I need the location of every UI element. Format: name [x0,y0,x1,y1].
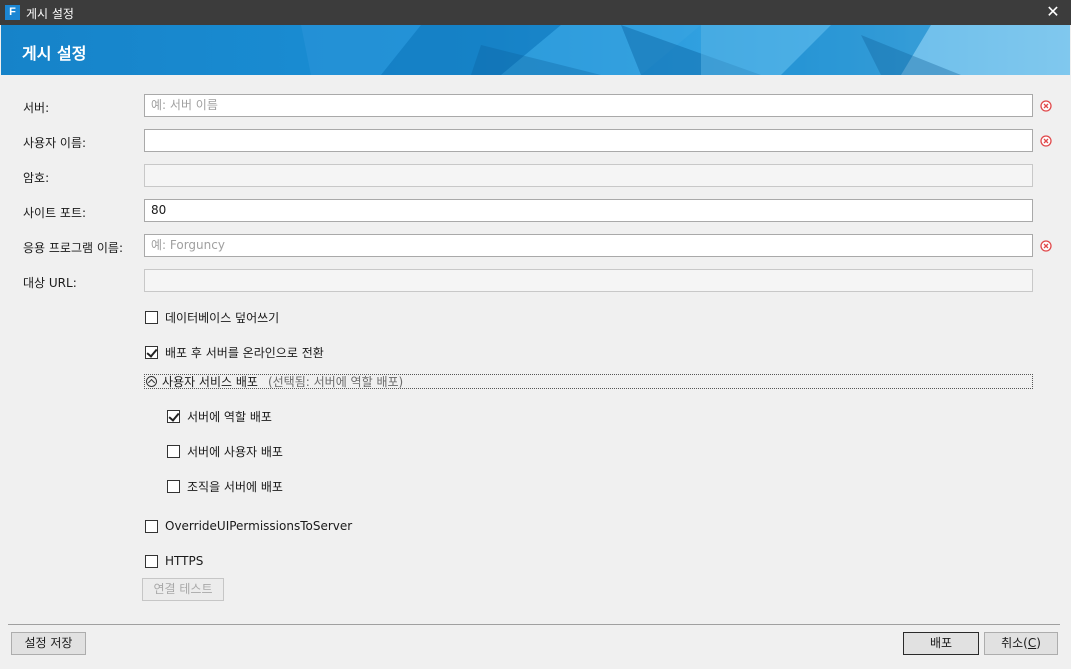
online-after-deploy-checkbox[interactable]: 배포 후 서버를 온라인으로 전환 [145,344,324,361]
checkbox-box[interactable] [145,311,158,324]
server-placeholder: 예: 서버 이름 [151,98,218,112]
override-ui-permissions-checkbox[interactable]: OverrideUIPermissionsToServer [145,519,352,533]
deploy-users-checkbox[interactable]: 서버에 사용자 배포 [167,443,283,460]
deploy-organization-checkbox[interactable]: 조직을 서버에 배포 [167,478,283,495]
title-bar: F 게시 설정 ✕ [0,0,1071,25]
window-title: 게시 설정 [26,7,74,21]
checkbox-label: OverrideUIPermissionsToServer [165,519,353,533]
target-url-input [144,269,1033,292]
cancel-text: 취소( [1001,636,1028,650]
checkbox-label: HTTPS [165,554,204,568]
target-url-label: 대상 URL: [23,276,77,290]
footer-divider [8,624,1060,625]
error-icon [1040,100,1052,112]
test-connection-button[interactable]: 연결 테스트 [142,578,224,601]
checkbox-box[interactable] [145,519,158,533]
username-input[interactable] [144,129,1033,152]
https-checkbox[interactable]: HTTPS [145,554,203,568]
server-input[interactable]: 예: 서버 이름 [144,94,1033,117]
password-label: 암호: [23,171,50,185]
checkbox-label: 서버에 역할 배포 [187,410,272,424]
checkbox-label: 배포 후 서버를 온라인으로 전환 [165,346,324,360]
cancel-button[interactable]: 취소(C) [984,632,1058,655]
site-port-input[interactable]: 80 [144,199,1033,222]
save-settings-button[interactable]: 설정 저장 [11,632,86,655]
app-name-input[interactable]: 예: Forguncy [144,234,1033,257]
overwrite-db-checkbox[interactable]: 데이터베이스 덮어쓰기 [145,309,279,326]
error-icon [1040,240,1052,252]
site-port-label: 사이트 포트: [23,206,87,220]
expander-note: (선택됨: 서버에 역할 배포) [267,375,404,389]
page-title: 게시 설정 [22,44,87,63]
close-icon[interactable]: ✕ [1043,2,1063,22]
checkbox-label: 데이터베이스 덮어쓰기 [165,311,280,325]
checkbox-box[interactable] [145,554,158,568]
error-icon [1040,135,1052,147]
app-name-placeholder: 예: Forguncy [151,238,225,252]
cancel-accesskey: C [1027,636,1037,650]
checkbox-label: 조직을 서버에 배포 [187,480,283,494]
app-icon: F [5,5,20,20]
deploy-button[interactable]: 배포 [903,632,979,655]
checkbox-box[interactable] [167,480,180,493]
app-name-label: 응용 프로그램 이름: [23,241,123,255]
checkbox-box[interactable] [167,410,180,423]
banner-decoration [301,25,1070,75]
server-label: 서버: [23,101,50,115]
deploy-roles-checkbox[interactable]: 서버에 역할 배포 [167,408,272,425]
cancel-text-end: ) [1036,636,1041,650]
checkbox-box[interactable] [167,445,180,458]
username-label: 사용자 이름: [23,136,87,150]
password-input [144,164,1033,187]
checkbox-box[interactable] [145,346,158,359]
header-banner: 게시 설정 [1,25,1070,75]
collapse-icon[interactable] [146,376,157,387]
expander-label: 사용자 서비스 배포 [162,375,258,389]
user-service-expander[interactable]: 사용자 서비스 배포 (선택됨: 서버에 역할 배포) [144,374,1033,389]
checkbox-label: 서버에 사용자 배포 [187,445,283,459]
